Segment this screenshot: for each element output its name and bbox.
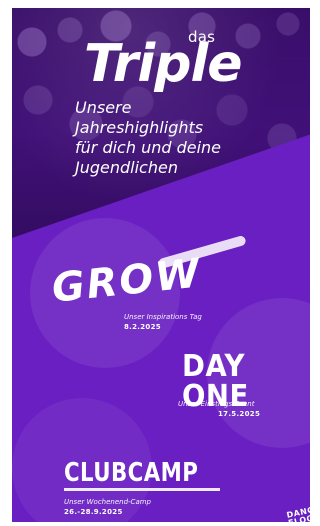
event-clubcamp-logo: CLUBCAMP — [64, 458, 224, 491]
event-dayone-date: 17.5.2025 — [218, 410, 261, 418]
hero-crowd-image — [12, 8, 310, 238]
event-clubcamp-name: CLUBCAMP — [64, 458, 199, 488]
event-clubcamp-date: 26.-28.9.2025 — [64, 508, 123, 516]
clubcamp-underline — [64, 488, 220, 491]
event-grow-name: GROW — [49, 250, 204, 312]
event-dayone-subtitle: Unser Einstiegs Event — [178, 400, 255, 408]
dance-floor-logo: DANCE FLOOR — [286, 504, 310, 522]
poster: das Triple Unsere Jahreshighlights für d… — [12, 8, 310, 522]
event-clubcamp-subtitle: Unser Wochenend-Camp — [64, 498, 152, 506]
event-grow-subtitle: Unser Inspirations Tag — [124, 313, 202, 321]
event-grow-date: 8.2.2025 — [124, 323, 161, 331]
